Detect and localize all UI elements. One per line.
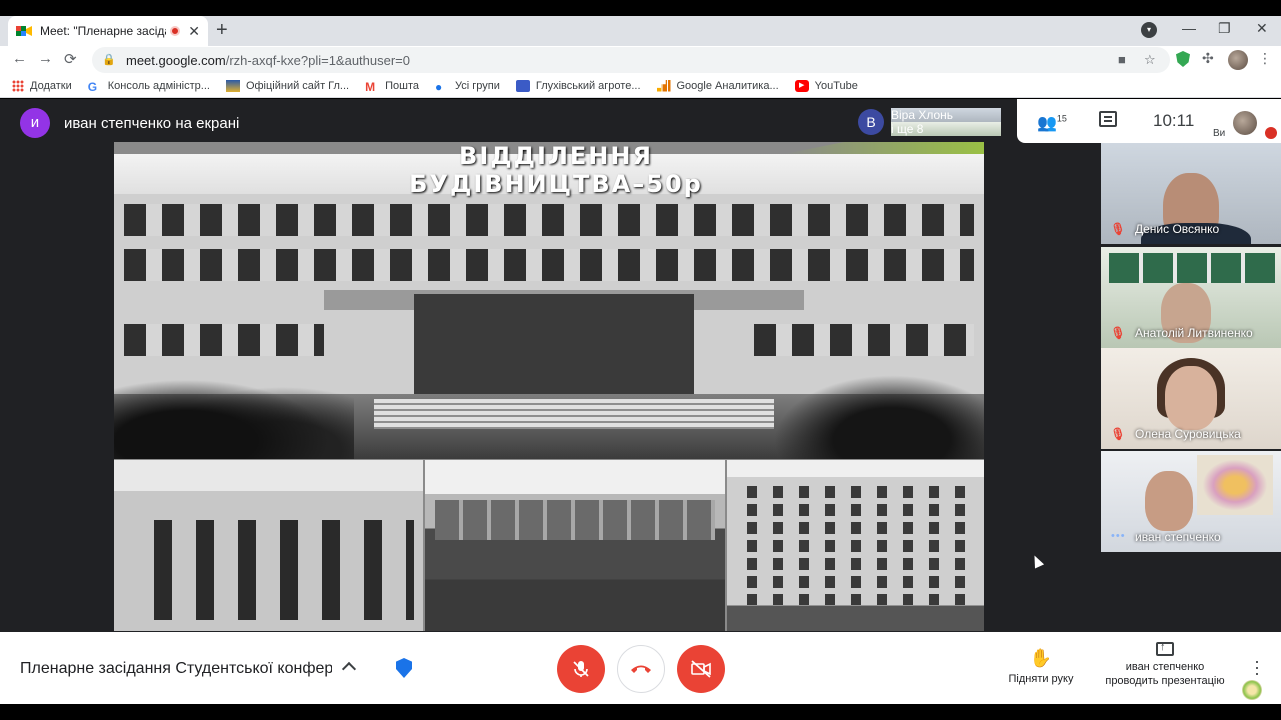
mic-off-icon bbox=[573, 661, 589, 677]
bookmark-analytics[interactable]: Google Аналитика... bbox=[656, 79, 779, 92]
participant-tile[interactable]: 🎙 Анатолій Литвиненко bbox=[1101, 247, 1281, 348]
slide-photo-main-building bbox=[114, 154, 984, 459]
reload-button[interactable]: ⟳ bbox=[64, 50, 77, 68]
browser-toolbar: ← → ⟳ 🔒 meet.google.com/rzh-axqf-kxe?pli… bbox=[0, 46, 1281, 74]
participant-tile[interactable]: 🎙 Олена Суровицька bbox=[1101, 348, 1281, 449]
slide-photo-construction bbox=[114, 460, 423, 631]
meeting-clock: 10:11 bbox=[1153, 111, 1195, 130]
more-participants-name: Віра Хлонь bbox=[891, 108, 1001, 122]
site-icon bbox=[225, 79, 240, 92]
more-participants-chip[interactable]: В Віра Хлонь і ще 8 bbox=[852, 102, 1015, 142]
presenter-label: иван степченко на екрані bbox=[64, 114, 240, 132]
url-host: meet.google.com bbox=[126, 52, 226, 68]
present-button[interactable]: иван степченко проводить презентацію bbox=[1100, 640, 1230, 688]
slide-photo-dormitory bbox=[727, 460, 984, 631]
address-bar[interactable]: 🔒 meet.google.com/rzh-axqf-kxe?pli=1&aut… bbox=[92, 47, 1170, 73]
tab-meet[interactable]: Meet: "Пленарне засідання ✕ bbox=[8, 16, 208, 46]
participant-name: Олена Суровицька bbox=[1135, 427, 1241, 441]
camera-icon[interactable]: ■ bbox=[1118, 52, 1126, 67]
participant-avatar: В bbox=[858, 109, 884, 135]
meeting-controls-bar: Пленарне засідання Студентської конфер..… bbox=[0, 632, 1281, 704]
meeting-info-bar: 👥15 10:11 Ви bbox=[1017, 99, 1281, 143]
recording-icon bbox=[170, 26, 181, 36]
groups-icon: ● bbox=[435, 79, 443, 94]
participant-count: 15 bbox=[1056, 113, 1067, 124]
tab-bar: Meet: "Пленарне засідання ✕ + ▾ — ❐ ✕ bbox=[0, 16, 1281, 46]
site-icon bbox=[515, 79, 530, 92]
mouse-cursor-icon bbox=[1029, 553, 1045, 569]
profile-avatar[interactable] bbox=[1228, 50, 1248, 70]
muted-mic-icon: 🎙 bbox=[1110, 326, 1126, 340]
camera-off-icon bbox=[691, 660, 711, 678]
extensions-puzzle-icon[interactable]: ✣ bbox=[1202, 50, 1214, 67]
google-icon: G bbox=[87, 79, 98, 94]
bookmark-mail[interactable]: M Пошта bbox=[365, 79, 419, 94]
bookmark-official-site[interactable]: Офіційний сайт Гл... bbox=[225, 79, 349, 92]
presenter-chip: и иван степченко на екрані bbox=[20, 108, 239, 138]
url-path: /rzh-axqf-kxe?pli=1&authuser=0 bbox=[225, 52, 411, 68]
presenter-avatar: и bbox=[20, 108, 50, 138]
presenting-status: проводить презентацію bbox=[1105, 675, 1225, 687]
meeting-details-chevron-icon[interactable] bbox=[341, 661, 357, 677]
more-options-icon[interactable]: · · · bbox=[1254, 652, 1260, 682]
forward-button[interactable]: → bbox=[38, 50, 53, 67]
presentation-slide: ВІДДІЛЕННЯ БУДІВНИЦТВА–50р bbox=[114, 142, 984, 631]
hand-icon: ✋ bbox=[1029, 648, 1053, 668]
tab-search-icon[interactable]: ▾ bbox=[1141, 22, 1157, 38]
window-close-button[interactable]: ✕ bbox=[1256, 20, 1268, 37]
tab-close-icon[interactable]: ✕ bbox=[188, 23, 200, 40]
leave-call-button[interactable] bbox=[617, 645, 665, 693]
bookmark-admin-console[interactable]: G Консоль адміністр... bbox=[87, 79, 210, 94]
browser-menu-icon[interactable]: ⋮ bbox=[1258, 50, 1272, 67]
participant-name: Анатолій Литвиненко bbox=[1135, 326, 1253, 340]
meet-stage: и иван степченко на екрані ВІДДІЛЕННЯ БУ… bbox=[0, 99, 1281, 632]
participant-tile[interactable]: ••• иван степченко bbox=[1101, 451, 1281, 552]
raise-hand-label: Підняти руку bbox=[1008, 673, 1074, 685]
minimize-button[interactable]: — bbox=[1182, 20, 1196, 36]
maximize-button[interactable]: ❐ bbox=[1218, 20, 1231, 37]
slide-title: ВІДДІЛЕННЯ БУДІВНИЦТВА–50р bbox=[409, 142, 703, 198]
more-participants-count: і ще 8 bbox=[891, 122, 1001, 136]
meeting-title: Пленарне засідання Студентської конфер..… bbox=[20, 660, 332, 677]
hang-up-icon bbox=[631, 665, 651, 673]
participant-name: иван степченко bbox=[1135, 530, 1221, 544]
participant-tile[interactable]: 🎙 Денис Овсянко bbox=[1101, 143, 1281, 244]
new-tab-button[interactable]: + bbox=[216, 20, 228, 40]
chat-icon[interactable] bbox=[1099, 111, 1117, 127]
mic-toggle-button[interactable] bbox=[557, 645, 605, 693]
youtube-icon: ▶ bbox=[794, 79, 809, 92]
bookmark-groups[interactable]: ● Усі групи bbox=[435, 79, 500, 94]
slide-photo-pavilion bbox=[425, 460, 725, 631]
muted-mic-icon: 🎙 bbox=[1110, 427, 1126, 441]
host-controls-shield-icon[interactable] bbox=[396, 658, 412, 678]
bookmark-youtube[interactable]: ▶ YouTube bbox=[794, 79, 858, 92]
slide-accent bbox=[784, 142, 984, 154]
analytics-icon bbox=[656, 79, 671, 92]
speaking-indicator-icon: ••• bbox=[1111, 530, 1126, 542]
tab-title: Meet: "Пленарне засідання bbox=[40, 24, 166, 38]
extension-shield-icon[interactable] bbox=[1176, 51, 1190, 67]
bookmarks-bar: Додатки G Консоль адміністр... Офіційний… bbox=[0, 74, 1281, 98]
people-icon: 👥 bbox=[1037, 115, 1057, 132]
presenting-name: иван степченко bbox=[1125, 661, 1205, 673]
people-button[interactable]: 👥15 bbox=[1037, 113, 1067, 133]
bookmark-star-icon[interactable]: ☆ bbox=[1144, 52, 1156, 68]
gmail-icon: M bbox=[365, 79, 376, 94]
apps-grid-icon bbox=[12, 79, 24, 92]
self-muted-icon bbox=[1265, 127, 1277, 139]
bookmark-apps[interactable]: Додатки bbox=[12, 79, 72, 92]
university-emblem-icon bbox=[1242, 680, 1262, 700]
camera-toggle-button[interactable] bbox=[677, 645, 725, 693]
raise-hand-button[interactable]: ✋ Підняти руку bbox=[1006, 648, 1076, 685]
meet-icon bbox=[16, 26, 32, 36]
participant-name: Денис Овсянко bbox=[1135, 222, 1220, 236]
self-label: Ви bbox=[1213, 128, 1226, 139]
lock-icon: 🔒 bbox=[102, 54, 116, 66]
self-video-avatar bbox=[1233, 111, 1257, 135]
bookmark-agrotech[interactable]: Глухівський агроте... bbox=[515, 79, 641, 92]
muted-mic-icon: 🎙 bbox=[1110, 222, 1126, 236]
back-button[interactable]: ← bbox=[12, 50, 27, 67]
present-screen-icon bbox=[1156, 640, 1174, 656]
